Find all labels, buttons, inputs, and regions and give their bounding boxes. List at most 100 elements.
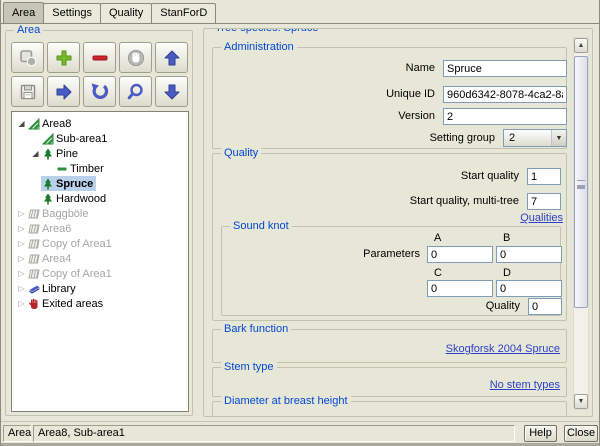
area-icon — [28, 118, 40, 130]
tree-item-copy-of-area1[interactable]: ▷ Copy of Area1 — [12, 236, 188, 251]
expanded-arrow-icon[interactable]: ◢ — [16, 116, 27, 131]
tree-item-label: Area6 — [42, 223, 71, 235]
timber-icon — [56, 163, 68, 175]
exited-hand-icon — [28, 298, 40, 310]
tree-item-label: Spruce — [56, 178, 93, 190]
expanded-arrow-icon[interactable]: ◢ — [30, 146, 41, 161]
scrollbar-thumb[interactable] — [574, 56, 588, 308]
dbh-title: Diameter at breast height — [221, 395, 351, 408]
tree-item-exited-areas[interactable]: ▷Exited areas — [12, 296, 188, 311]
save-button[interactable] — [11, 76, 44, 107]
qualities-link[interactable]: Qualities — [520, 212, 563, 224]
collapsed-arrow-icon[interactable]: ▷ — [16, 221, 27, 236]
copy-area-button[interactable] — [11, 42, 44, 73]
tree-icon — [42, 148, 54, 160]
add-button[interactable] — [47, 42, 80, 73]
scroll-up-button[interactable]: ▲ — [574, 38, 588, 53]
save-icon — [18, 82, 38, 102]
area-disabled-icon — [28, 208, 40, 220]
param-c-header: C — [434, 267, 442, 279]
param-a-header: A — [434, 232, 441, 244]
remove-icon — [90, 48, 110, 68]
tab-quality[interactable]: Quality — [100, 3, 152, 23]
undo-icon — [90, 82, 110, 102]
area-disabled-icon — [28, 238, 40, 250]
param-c-field[interactable] — [427, 280, 493, 297]
close-button[interactable]: Close — [564, 425, 598, 442]
undo-button[interactable] — [83, 76, 116, 107]
tree-item-label: Sub-area1 — [56, 133, 107, 145]
zoom-button[interactable] — [119, 76, 152, 107]
vertical-scrollbar[interactable]: ▲ ▼ — [573, 37, 589, 410]
collapsed-arrow-icon[interactable]: ▷ — [16, 236, 27, 251]
sound-knot-title: Sound knot — [230, 220, 292, 233]
administration-title: Administration — [221, 41, 297, 54]
tab-settings[interactable]: Settings — [43, 3, 101, 23]
move-right-button[interactable] — [47, 76, 80, 107]
tree-item-area4[interactable]: ▷Area4 — [12, 251, 188, 266]
start-quality-field[interactable] — [527, 168, 561, 185]
stop-hand-button[interactable] — [119, 42, 152, 73]
version-field[interactable] — [443, 108, 567, 125]
tree-item-timber[interactable]: Timber — [12, 161, 188, 176]
tree-item-area6[interactable]: ▷ Area6 — [12, 221, 188, 236]
sound-knot-quality-label: Quality — [222, 298, 520, 315]
tree-item-area8[interactable]: ◢ Area8 — [12, 116, 188, 131]
start-quality-multi-field[interactable] — [527, 193, 561, 210]
collapsed-arrow-icon[interactable]: ▷ — [16, 281, 27, 296]
administration-groupbox: Administration Name Unique ID Version Se… — [212, 47, 567, 149]
chevron-down-icon[interactable]: ▼ — [551, 130, 566, 146]
tree-item-label: Copy of Area1 — [42, 238, 112, 250]
bark-function-link[interactable]: Skogforsk 2004 Spruce — [446, 343, 560, 355]
setting-group-select[interactable]: 2 ▼ — [503, 129, 567, 147]
remove-button[interactable] — [83, 42, 116, 73]
move-down-button[interactable] — [155, 76, 188, 107]
start-quality-multi-label: Start quality, multi-tree — [213, 193, 519, 210]
move-right-icon — [54, 82, 74, 102]
collapsed-arrow-icon[interactable]: ▷ — [16, 296, 27, 311]
scroll-down-button[interactable]: ▼ — [574, 394, 588, 409]
zoom-icon — [126, 82, 146, 102]
move-up-button[interactable] — [155, 42, 188, 73]
area-disabled-icon — [28, 223, 40, 235]
help-button[interactable]: Help — [524, 425, 557, 442]
sound-knot-quality-field[interactable] — [528, 298, 562, 315]
collapsed-arrow-icon[interactable]: ▷ — [16, 206, 27, 221]
area-toolbar-row1 — [11, 42, 188, 73]
tree-item-pine[interactable]: ◢ Pine — [12, 146, 188, 161]
tree-item-spruce[interactable]: Spruce — [12, 176, 188, 191]
area-toolbar-row2 — [11, 76, 188, 107]
tree-item-label: Area8 — [42, 118, 71, 130]
tree-item-library[interactable]: ▷ Library — [12, 281, 188, 296]
param-b-field[interactable] — [496, 246, 562, 263]
version-label: Version — [213, 108, 435, 125]
tree-item-copy-of-area1[interactable]: ▷ Copy of Area1 — [12, 266, 188, 281]
tree-item-sub-area1[interactable]: Sub-area1 — [12, 131, 188, 146]
start-quality-label: Start quality — [213, 168, 519, 185]
area-tree[interactable]: ◢ Area8 Sub-area1 ◢ Pine Timber Spruce Hardwood… — [11, 111, 189, 412]
tree-item-label: Timber — [70, 163, 104, 175]
stem-type-groupbox: Stem type No stem types — [212, 367, 567, 397]
stop-hand-icon — [126, 48, 146, 68]
tree-item-label: Copy of Area1 — [42, 268, 112, 280]
name-field[interactable] — [443, 60, 567, 77]
status-panel-context: Area8, Sub-area1 — [33, 425, 515, 442]
param-d-header: D — [503, 267, 511, 279]
parameters-label: Parameters — [222, 246, 420, 263]
species-panel: Tree species: Spruce Administration Name… — [203, 28, 593, 417]
tree-icon — [42, 178, 54, 190]
param-a-field[interactable] — [427, 246, 493, 263]
tree-item-baggb-le[interactable]: ▷Baggböle — [12, 206, 188, 221]
param-d-field[interactable] — [496, 280, 562, 297]
tree-item-hardwood[interactable]: Hardwood — [12, 191, 188, 206]
collapsed-arrow-icon[interactable]: ▷ — [16, 266, 27, 281]
stem-type-link[interactable]: No stem types — [490, 379, 560, 391]
tree-item-label: Hardwood — [56, 193, 106, 205]
tab-area[interactable]: Area — [3, 2, 44, 23]
unique-id-field[interactable] — [443, 86, 567, 103]
dbh-field[interactable] — [527, 416, 561, 417]
tab-stanford[interactable]: StanForD — [151, 3, 216, 23]
tree-item-label: Library — [42, 283, 76, 295]
tree-item-label: Pine — [56, 148, 78, 160]
collapsed-arrow-icon[interactable]: ▷ — [16, 251, 27, 266]
